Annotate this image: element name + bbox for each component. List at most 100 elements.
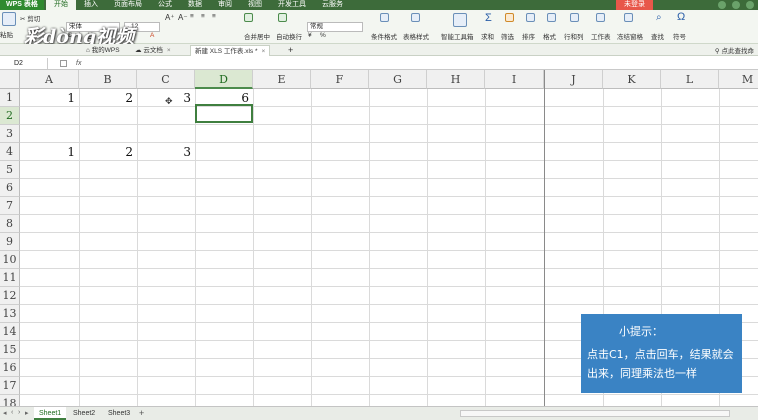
sort-button[interactable] <box>526 13 535 22</box>
row-header-12[interactable]: 12 <box>0 287 20 305</box>
horizontal-scrollbar[interactable] <box>460 410 730 417</box>
cond-format-label[interactable]: 条件格式 <box>371 31 397 41</box>
fx-icon[interactable]: fx <box>76 58 81 69</box>
number-format-select[interactable]: 常规 <box>307 22 363 32</box>
currency-button[interactable]: ¥ <box>308 32 312 39</box>
decrease-font-button[interactable]: A⁻ <box>178 13 188 22</box>
col-header-m[interactable]: M <box>719 70 758 89</box>
col-header-b[interactable]: B <box>79 70 137 89</box>
row-header-15[interactable]: 15 <box>0 341 20 359</box>
row-header-4[interactable]: 4 <box>0 143 20 161</box>
next-sheet-icon[interactable]: › <box>18 409 20 416</box>
prev-sheet-icon[interactable]: ‹ <box>11 409 13 416</box>
last-sheet-icon[interactable]: ▸ <box>25 409 29 417</box>
sheet-tab-2[interactable]: Sheet2 <box>68 407 100 420</box>
col-header-f[interactable]: F <box>311 70 369 89</box>
tab-formulas[interactable]: 公式 <box>150 0 180 10</box>
tab-data[interactable]: 数据 <box>180 0 210 10</box>
command-search[interactable]: ⚲ 点此查找命 <box>715 45 754 55</box>
sum-label[interactable]: 求和 <box>481 31 494 41</box>
row-col-label[interactable]: 行和列 <box>564 31 584 41</box>
find-icon[interactable]: ⌕ <box>656 12 662 23</box>
add-sheet-button[interactable]: + <box>139 408 144 418</box>
name-box[interactable]: D2 <box>0 58 48 69</box>
table-style-button[interactable] <box>411 13 420 22</box>
filter-button[interactable] <box>505 13 514 22</box>
row-header-2[interactable]: 2 <box>0 107 20 125</box>
tab-review[interactable]: 审阅 <box>210 0 240 10</box>
filter-label[interactable]: 筛选 <box>501 31 514 41</box>
row-header-17[interactable]: 17 <box>0 377 20 395</box>
find-label[interactable]: 查找 <box>651 31 664 41</box>
freeze-button[interactable] <box>624 13 633 22</box>
row-header-9[interactable]: 9 <box>0 233 20 251</box>
tab-cloud-docs[interactable]: ☁ 云文档 × <box>135 45 171 56</box>
row-header-6[interactable]: 6 <box>0 179 20 197</box>
col-header-i[interactable]: I <box>485 70 544 89</box>
worksheet-label[interactable]: 工作表 <box>591 31 611 41</box>
first-sheet-icon[interactable]: ◂ <box>3 409 7 417</box>
paste-button[interactable] <box>2 12 16 26</box>
freeze-label[interactable]: 冻结窗格 <box>617 31 643 41</box>
close-file-tab-icon[interactable]: × <box>261 48 265 55</box>
sort-label[interactable]: 排序 <box>522 31 535 41</box>
sheet-tab-3[interactable]: Sheet3 <box>103 407 135 420</box>
sum-icon[interactable]: Σ <box>485 12 492 24</box>
sheet-tab-1[interactable]: Sheet1 <box>34 407 67 420</box>
row-header-7[interactable]: 7 <box>0 197 20 215</box>
select-all-corner[interactable] <box>0 70 20 89</box>
row-header-13[interactable]: 13 <box>0 305 20 323</box>
row-header-18[interactable]: 18 <box>0 395 20 406</box>
symbol-icon[interactable]: Ω <box>677 11 685 23</box>
cell-a1[interactable]: 1 <box>20 89 79 107</box>
wrap-text-label[interactable]: 自动换行 <box>276 31 302 41</box>
wrap-text-button[interactable] <box>278 13 287 22</box>
cell-c4[interactable]: 3 <box>137 143 195 161</box>
zoom-icon[interactable] <box>60 60 67 67</box>
align-left-icon[interactable]: ≡ <box>190 13 194 20</box>
tab-page-layout[interactable]: 页面布局 <box>106 0 150 10</box>
merge-center-label[interactable]: 合并居中 <box>244 31 270 41</box>
formula-input[interactable] <box>92 58 752 69</box>
percent-button[interactable]: % <box>320 32 326 39</box>
table-style-label[interactable]: 表格样式 <box>403 31 429 41</box>
col-header-a[interactable]: A <box>20 70 79 89</box>
row-col-button[interactable] <box>570 13 579 22</box>
login-button[interactable]: 未登录 <box>616 0 653 10</box>
row-header-16[interactable]: 16 <box>0 359 20 377</box>
col-header-d[interactable]: D <box>195 70 253 89</box>
cond-format-button[interactable] <box>380 13 389 22</box>
increase-font-button[interactable]: A⁺ <box>165 13 175 22</box>
align-center-icon[interactable]: ≡ <box>201 13 205 20</box>
col-header-l[interactable]: L <box>661 70 719 89</box>
row-header-8[interactable]: 8 <box>0 215 20 233</box>
col-header-h[interactable]: H <box>427 70 485 89</box>
smart-toolbox-button[interactable] <box>453 13 467 27</box>
wps-logo[interactable]: WPS 表格 <box>0 0 44 10</box>
font-color-button[interactable]: A <box>150 32 154 39</box>
close-tab-icon[interactable]: × <box>167 47 171 54</box>
row-header-5[interactable]: 5 <box>0 161 20 179</box>
col-header-j[interactable]: J <box>545 70 603 89</box>
worksheet-button[interactable] <box>596 13 605 22</box>
smart-toolbox-label[interactable]: 智能工具箱 <box>441 31 474 41</box>
col-header-e[interactable]: E <box>253 70 311 89</box>
align-right-icon[interactable]: ≡ <box>212 13 216 20</box>
maximize-icon[interactable] <box>732 1 740 9</box>
row-header-3[interactable]: 3 <box>0 125 20 143</box>
selected-cell-d2[interactable] <box>195 104 253 123</box>
col-header-k[interactable]: K <box>603 70 661 89</box>
cell-b1[interactable]: 2 <box>79 89 137 107</box>
tab-home[interactable]: 开始 <box>46 0 76 10</box>
tab-view[interactable]: 视图 <box>240 0 270 10</box>
row-header-14[interactable]: 14 <box>0 323 20 341</box>
cell-a4[interactable]: 1 <box>20 143 79 161</box>
row-header-1[interactable]: 1 <box>0 89 20 107</box>
frozen-divider[interactable] <box>544 70 545 406</box>
format-button[interactable] <box>547 13 556 22</box>
row-header-10[interactable]: 10 <box>0 251 20 269</box>
tab-cloud[interactable]: 云服务 <box>314 0 351 10</box>
tab-insert[interactable]: 插入 <box>76 0 106 10</box>
tab-developer[interactable]: 开发工具 <box>270 0 314 10</box>
close-icon[interactable] <box>746 1 754 9</box>
